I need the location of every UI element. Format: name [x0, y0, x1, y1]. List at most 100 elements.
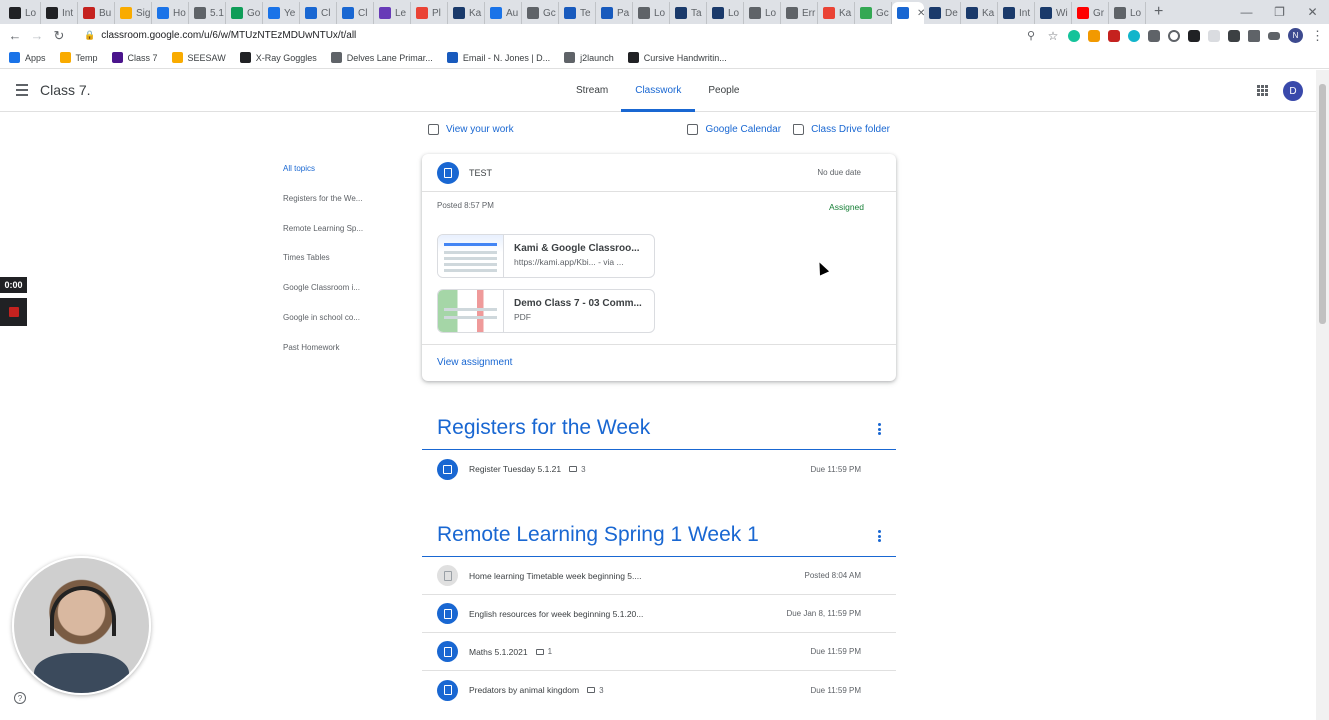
section-title[interactable]: Registers for the Week: [437, 416, 650, 440]
attachment-pdf[interactable]: Demo Class 7 - 03 Comm... PDF: [437, 289, 655, 333]
help-icon[interactable]: ?: [14, 692, 26, 704]
browser-tab[interactable]: Pl: [411, 2, 448, 24]
tab-classwork[interactable]: Classwork: [621, 70, 696, 112]
browser-tab[interactable]: Cl: [337, 2, 374, 24]
browser-tab[interactable]: Pa: [596, 2, 633, 24]
bookmark-item[interactable]: Delves Lane Primar...: [330, 52, 433, 63]
browser-tab[interactable]: Ho: [152, 2, 189, 24]
extension-cast-icon[interactable]: [1208, 29, 1220, 42]
bookmark-item[interactable]: j2launch: [564, 52, 614, 63]
browser-tab[interactable]: Lo: [1109, 2, 1146, 24]
google-calendar-link[interactable]: Google Calendar: [687, 124, 781, 135]
page-scrollbar[interactable]: [1316, 70, 1329, 720]
more-options-icon[interactable]: [878, 530, 881, 544]
assignment-header[interactable]: TEST No due date: [422, 154, 896, 192]
extension-chart-icon[interactable]: [1228, 29, 1240, 42]
browser-tab[interactable]: Go: [226, 2, 263, 24]
classwork-item[interactable]: Maths 5.1.2021 1 Due 11:59 PM: [422, 633, 896, 671]
browser-tab[interactable]: Gc: [855, 2, 892, 24]
extension-grid-icon[interactable]: [1148, 29, 1160, 42]
browser-tab[interactable]: Au: [485, 2, 522, 24]
bookmark-item[interactable]: X-Ray Goggles: [239, 52, 317, 63]
back-icon[interactable]: ←: [4, 28, 26, 43]
browser-tab-active[interactable]: ✕: [892, 2, 924, 24]
tab-close-icon[interactable]: ✕: [917, 8, 924, 19]
reload-icon[interactable]: ↻: [48, 28, 70, 44]
view-your-work-link[interactable]: View your work: [428, 124, 514, 135]
bookmark-star-icon[interactable]: ☆: [1046, 29, 1060, 43]
tab-stream[interactable]: Stream: [563, 70, 621, 112]
bookmark-item[interactable]: Temp: [59, 52, 98, 63]
browser-tab[interactable]: Lo: [4, 2, 41, 24]
browser-tab[interactable]: Int: [998, 2, 1035, 24]
classwork-item[interactable]: Predators by animal kingdom 3 Due 11:59 PM: [422, 671, 896, 709]
browser-tab[interactable]: Cl: [300, 2, 337, 24]
bookmark-label: X-Ray Goggles: [255, 52, 317, 63]
bookmark-item[interactable]: Email - N. Jones | D...: [446, 52, 550, 63]
attachment-kami[interactable]: Kami & Google Classroo... https://kami.a…: [437, 234, 655, 278]
stop-recording-button[interactable]: [0, 298, 27, 326]
media-queue-icon[interactable]: [1268, 31, 1280, 40]
extensions-puzzle-icon[interactable]: [1248, 29, 1260, 42]
class-drive-folder-link[interactable]: Class Drive folder: [793, 124, 890, 135]
extension-teal-icon[interactable]: [1128, 29, 1140, 42]
extension-orange-icon[interactable]: [1088, 29, 1100, 42]
topic-link[interactable]: Google in school co...: [283, 313, 363, 343]
browser-tab[interactable]: Bu: [78, 2, 115, 24]
browser-tab[interactable]: 5.1: [189, 2, 226, 24]
topic-link[interactable]: Google Classroom i...: [283, 283, 363, 313]
topic-link[interactable]: Registers for the We...: [283, 194, 363, 224]
browser-tab[interactable]: De: [924, 2, 961, 24]
topic-link[interactable]: All topics: [283, 164, 363, 194]
bookmark-item[interactable]: SEESAW: [171, 52, 226, 63]
browser-tab[interactable]: Lo: [707, 2, 744, 24]
bookmark-item[interactable]: Class 7: [111, 52, 158, 63]
minimize-icon[interactable]: —: [1230, 5, 1263, 19]
class-name[interactable]: Class 7.: [40, 82, 91, 98]
classwork-item[interactable]: English resources for week beginning 5.1…: [422, 595, 896, 633]
section-title[interactable]: Remote Learning Spring 1 Week 1: [437, 523, 759, 547]
view-assignment-link[interactable]: View assignment: [422, 344, 896, 381]
browser-tab[interactable]: Te: [559, 2, 596, 24]
scroll-thumb[interactable]: [1319, 84, 1326, 324]
bookmark-item[interactable]: Cursive Handwritin...: [627, 52, 727, 63]
extension-dark-icon[interactable]: [1188, 29, 1200, 42]
topic-link[interactable]: Past Homework: [283, 343, 363, 373]
browser-tab[interactable]: Gc: [522, 2, 559, 24]
browser-tab[interactable]: Ta: [670, 2, 707, 24]
browser-tab[interactable]: Lo: [744, 2, 781, 24]
profile-avatar[interactable]: N: [1288, 28, 1303, 43]
topic-link[interactable]: Times Tables: [283, 253, 363, 283]
close-window-icon[interactable]: ✕: [1296, 5, 1329, 19]
extension-target-icon[interactable]: [1168, 29, 1180, 42]
new-tab-icon[interactable]: +: [1154, 3, 1163, 21]
tab-people[interactable]: People: [695, 70, 752, 112]
bookmark-item[interactable]: Apps: [9, 52, 46, 63]
browser-tab[interactable]: Le: [374, 2, 411, 24]
browser-menu-icon[interactable]: ⋮: [1311, 28, 1324, 44]
url-field[interactable]: 🔒 classroom.google.com/u/6/w/MTUzNTEzMDU…: [84, 30, 1024, 41]
classwork-item[interactable]: Home learning Timetable week beginning 5…: [422, 557, 896, 595]
browser-tab[interactable]: Sig: [115, 2, 152, 24]
browser-tab[interactable]: Lo: [633, 2, 670, 24]
browser-tab[interactable]: Wi: [1035, 2, 1072, 24]
browser-tab[interactable]: Ye: [263, 2, 300, 24]
browser-tab[interactable]: Gr: [1072, 2, 1109, 24]
restore-icon[interactable]: ❐: [1263, 5, 1296, 19]
classwork-item[interactable]: Register Tuesday 5.1.21 3 Due 11:59 PM: [422, 450, 896, 488]
browser-tab[interactable]: Ka: [961, 2, 998, 24]
browser-tab[interactable]: Err: [781, 2, 818, 24]
user-avatar[interactable]: D: [1283, 81, 1303, 101]
topic-link[interactable]: Remote Learning Sp...: [283, 224, 363, 254]
zoom-icon[interactable]: ⚲: [1024, 29, 1038, 42]
forward-icon[interactable]: →: [26, 28, 48, 43]
webcam-bubble[interactable]: [12, 556, 151, 695]
main-menu-icon[interactable]: [16, 84, 28, 99]
extension-grammarly-icon[interactable]: [1068, 29, 1080, 42]
more-options-icon[interactable]: [878, 423, 881, 437]
browser-tab[interactable]: Ka: [818, 2, 855, 24]
extension-pdf-icon[interactable]: [1108, 29, 1120, 42]
google-apps-icon[interactable]: [1257, 85, 1268, 96]
browser-tab[interactable]: Int: [41, 2, 78, 24]
browser-tab[interactable]: Ka: [448, 2, 485, 24]
